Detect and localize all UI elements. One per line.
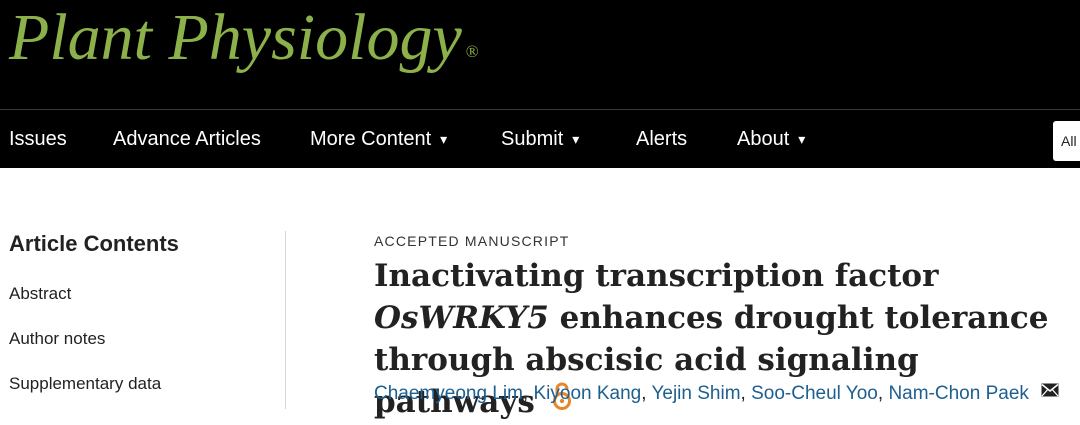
chevron-down-icon: ▾ <box>440 131 448 147</box>
sidebar-item-abstract[interactable]: Abstract <box>9 284 71 304</box>
article-contents-heading: Article Contents <box>9 231 179 256</box>
nav-item-issues[interactable]: Issues <box>9 110 67 168</box>
author-separator: , <box>740 383 746 405</box>
search-scope-select[interactable]: All <box>1053 121 1080 161</box>
author-link[interactable]: Nam-Chon Paek <box>888 383 1028 404</box>
article-type-label: ACCEPTED MANUSCRIPT <box>374 233 570 249</box>
main-navigation: Issues Advance Articles More Content ▾ Su… <box>0 109 1080 168</box>
author-link[interactable]: Soo-Cheul Yoo <box>751 383 878 404</box>
nav-item-label: About <box>737 128 790 150</box>
chevron-down-icon: ▾ <box>798 131 806 147</box>
nav-item-advance-articles[interactable]: Advance Articles <box>113 110 261 168</box>
nav-item-label: Submit <box>501 128 564 150</box>
nav-item-about[interactable]: About ▾ <box>737 110 805 168</box>
journal-logo-text: Plant Physiology <box>9 1 462 74</box>
nav-item-label: More Content <box>310 128 432 150</box>
envelope-icon[interactable] <box>1041 381 1059 403</box>
journal-logo[interactable]: Plant Physiology ® <box>9 0 479 78</box>
nav-item-alerts[interactable]: Alerts <box>636 110 687 168</box>
author-link[interactable]: Kiyoon Kang <box>533 383 641 404</box>
author-separator: , <box>877 383 884 405</box>
author-list: Chaemyeong Lim, Kiyoon Kang, Yejin Shim,… <box>374 383 1059 405</box>
author-link[interactable]: Yejin Shim <box>651 383 740 404</box>
author-separator: , <box>522 383 529 405</box>
author-separator: , <box>641 383 647 405</box>
title-text-start: Inactivating transcription factor <box>374 258 939 294</box>
masthead: Plant Physiology ® <box>0 0 1080 109</box>
sidebar-item-author-notes[interactable]: Author notes <box>9 329 105 349</box>
nav-item-label: Issues <box>9 128 67 150</box>
chevron-down-icon: ▾ <box>572 131 580 147</box>
nav-item-label: Alerts <box>636 128 688 150</box>
column-divider <box>285 231 286 409</box>
nav-item-submit[interactable]: Submit ▾ <box>501 110 579 168</box>
registered-mark: ® <box>465 42 479 61</box>
title-gene-name: OsWRKY5 <box>374 300 549 336</box>
search-scope-label: All <box>1061 133 1077 149</box>
nav-item-more-content[interactable]: More Content ▾ <box>310 110 447 168</box>
author-link[interactable]: Chaemyeong Lim <box>374 383 523 404</box>
sidebar-item-supplementary-data[interactable]: Supplementary data <box>9 374 161 394</box>
nav-item-label: Advance Articles <box>113 128 261 150</box>
